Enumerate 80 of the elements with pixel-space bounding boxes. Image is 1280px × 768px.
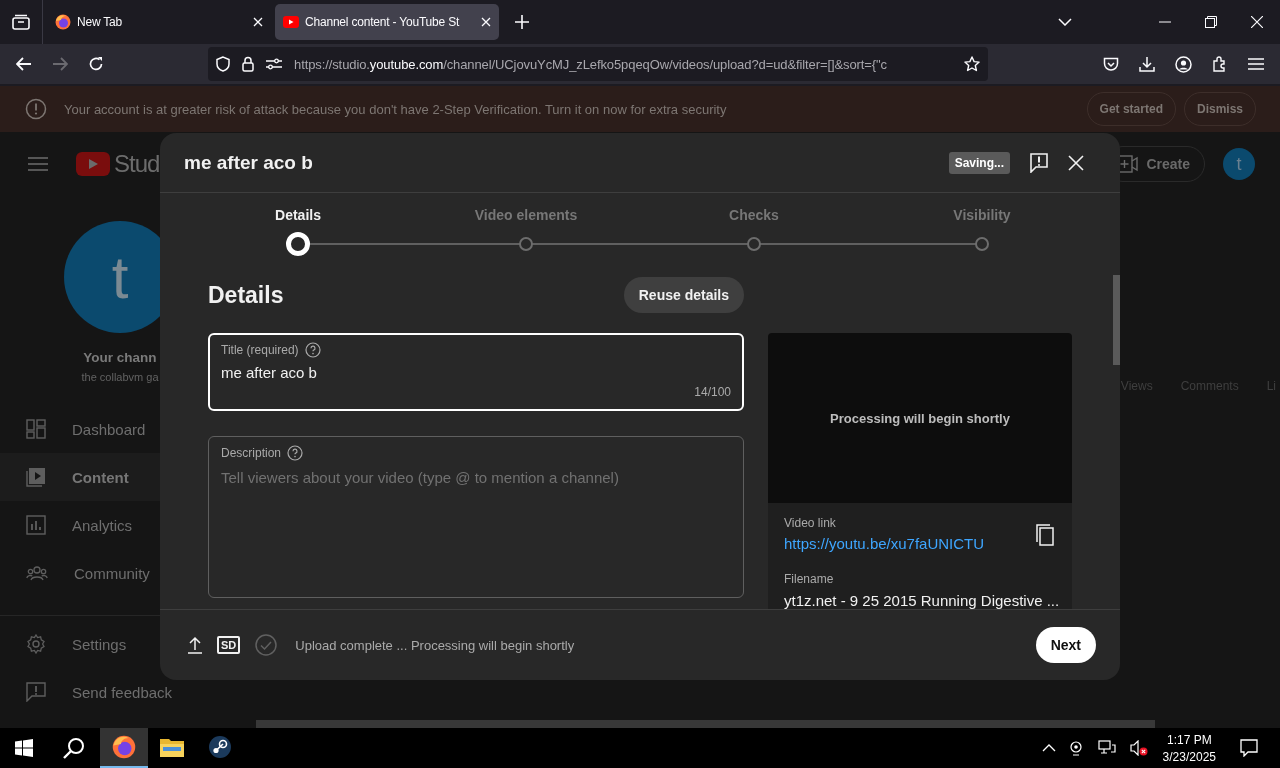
title-input[interactable]: me after aco b — [221, 364, 731, 381]
upload-status: Upload complete ... Processing will begin shortly — [295, 637, 575, 653]
info-label: Video link — [784, 516, 837, 530]
lock-icon[interactable] — [242, 56, 254, 72]
channel-name: the collabvm ga — [81, 371, 159, 383]
video-icon — [26, 467, 46, 487]
step-dot[interactable] — [519, 237, 533, 251]
step-tab[interactable]: Video elements — [474, 207, 578, 223]
scrollbar[interactable] — [256, 720, 1155, 728]
upload-icon — [188, 636, 202, 654]
description-field[interactable]: Description Tell viewers about your video (type @ to mention a channel) — [208, 436, 744, 598]
folder-icon — [160, 737, 184, 757]
step-dot[interactable] — [747, 237, 761, 251]
puzzle-icon[interactable] — [1212, 56, 1228, 72]
shield-icon[interactable] — [216, 56, 230, 72]
clock-date[interactable]: 3/23/2025 — [1162, 749, 1216, 764]
help-icon[interactable] — [287, 445, 304, 461]
url-text: https://studio.youtube.com/channel/UCjovuYcMJ_zLefko5pqeqOw/videos/upload?d=ud&filter=[]&sort={"c — [294, 56, 888, 72]
search-icon[interactable] — [63, 737, 85, 759]
feedback-icon[interactable] — [1030, 152, 1048, 173]
feedback-icon — [26, 682, 46, 702]
account-avatar[interactable]: t — [1223, 148, 1255, 180]
browser-tab[interactable]: New Tab — [47, 4, 271, 40]
taskbar-app[interactable] — [100, 728, 148, 768]
section-heading: Details — [208, 281, 284, 309]
people-icon — [26, 564, 48, 582]
step-tab[interactable]: Checks — [729, 207, 779, 223]
play-logo-icon — [283, 16, 299, 28]
security-warning: Your account is at greater risk of attack because you don't have 2-Step Verification. Turn it on now for extra security — [64, 101, 727, 117]
reload-icon[interactable] — [88, 56, 104, 72]
settings-icon — [26, 634, 46, 654]
title-field[interactable]: Title (required) me after aco b 14/100 — [208, 333, 744, 411]
chevron-down-icon[interactable] — [1058, 18, 1072, 26]
steam-icon — [208, 735, 232, 759]
bar-chart-icon — [26, 515, 46, 535]
status-badge: Saving... — [948, 151, 1010, 174]
step-tab[interactable]: Visibility — [953, 207, 1011, 223]
permissions-icon[interactable] — [266, 58, 282, 70]
alert-icon — [25, 98, 47, 120]
character-counter: 14/100 — [694, 385, 731, 399]
pocket-icon[interactable] — [1103, 56, 1119, 72]
browser-tab[interactable]: Channel content - YouTube St — [275, 4, 499, 40]
play-logo-icon — [76, 152, 110, 176]
scrollbar[interactable] — [1113, 275, 1120, 365]
video-link[interactable]: https://youtu.be/xu7faUNICTU — [784, 535, 985, 552]
channel-title: Your chann — [83, 350, 157, 365]
browser-logo-icon — [55, 14, 71, 30]
dialog-title: me after aco b — [184, 151, 313, 174]
forward-icon[interactable] — [52, 57, 68, 71]
notifications-icon[interactable] — [1240, 739, 1258, 757]
processing-message: Processing will begin shortly — [830, 410, 1010, 426]
muted-speaker-icon[interactable] — [1129, 740, 1148, 756]
filename: yt1z.net - 9 25 2015 Running Digestive ... — [784, 592, 1056, 609]
new-tab-icon[interactable] — [515, 15, 529, 29]
help-icon[interactable] — [304, 342, 321, 358]
webcam-icon[interactable] — [1069, 740, 1084, 756]
windows-start-icon[interactable] — [15, 739, 33, 757]
copy-icon[interactable] — [1036, 524, 1054, 546]
tab-list-icon[interactable] — [12, 14, 30, 30]
step-dot[interactable] — [975, 237, 989, 251]
browser-logo-icon — [112, 735, 136, 759]
dashboard-icon — [26, 419, 46, 439]
network-icon[interactable] — [1097, 740, 1116, 756]
quality-badge: SD — [217, 636, 241, 654]
account-icon[interactable] — [1175, 55, 1192, 73]
download-icon[interactable] — [1139, 56, 1155, 72]
step-tab[interactable]: Details — [275, 207, 321, 223]
chevron-up-icon[interactable] — [1041, 744, 1056, 752]
info-label: Filename — [784, 572, 835, 586]
next-button[interactable]: Next — [1035, 627, 1096, 663]
clock-time[interactable]: 1:17 PM — [1166, 732, 1212, 747]
close-icon[interactable] — [1068, 154, 1084, 171]
back-icon[interactable] — [16, 57, 32, 71]
star-icon[interactable] — [964, 56, 980, 72]
address-bar[interactable]: https://studio.youtube.com/channel/UCjovuYcMJ_zLefko5pqeqOw/videos/upload?d=ud&filter=[]&sort={"c — [208, 47, 988, 81]
check-circle-icon — [255, 634, 278, 656]
sidebar-item[interactable]: Send feedback — [0, 668, 256, 716]
restore-icon[interactable] — [1205, 16, 1217, 28]
field-label: Title (required) — [221, 343, 299, 357]
reuse-details-button[interactable]: Reuse details — [623, 277, 744, 313]
